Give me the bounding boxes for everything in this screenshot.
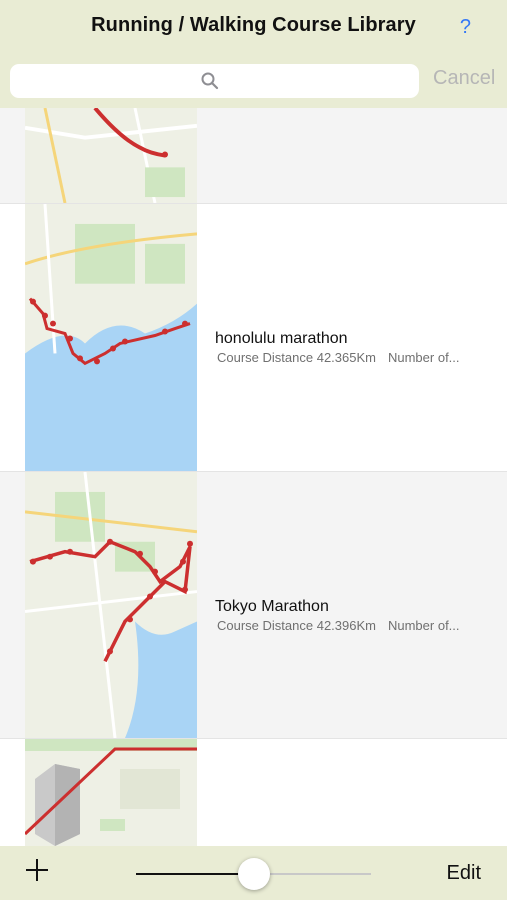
list-item[interactable]: honolulu marathon Course Distance 42.365… [0,204,507,472]
bottom-toolbar: Edit [0,846,507,900]
slider-fill [136,873,254,875]
course-map-thumbnail [25,204,197,471]
course-list: honolulu marathon Course Distance 42.365… [0,108,507,846]
nav-bar: Running / Walking Course Library ? [0,0,507,54]
course-meta: Course Distance 42.365Km Number of... [217,350,497,365]
course-name: honolulu marathon [215,330,348,347]
list-item[interactable]: Tokyo Marathon Course Distance 42.396Km N… [0,472,507,739]
search-bar [0,54,507,108]
course-map-thumbnail [25,739,197,846]
course-distance: Course Distance 42.396Km [217,618,376,633]
list-item[interactable] [0,739,507,846]
edit-button[interactable]: Edit [447,862,481,885]
page-title: Running / Walking Course Library [91,14,416,36]
slider-thumb[interactable] [237,858,270,890]
course-map-thumbnail [25,472,197,738]
course-map-thumbnail [25,108,197,203]
cancel-button[interactable]: Cancel [433,67,495,90]
help-button[interactable]: ? [460,16,471,39]
zoom-slider[interactable] [136,858,371,890]
course-name: Tokyo Marathon [215,598,329,615]
list-item[interactable] [0,108,507,204]
plus-icon[interactable] [23,856,51,884]
course-points: Number of... [387,618,460,633]
course-distance: Course Distance 42.365Km [217,350,376,365]
course-points: Number of... [387,350,460,365]
course-meta: Course Distance 42.396Km Number of... [217,618,497,633]
search-input[interactable] [10,64,419,98]
